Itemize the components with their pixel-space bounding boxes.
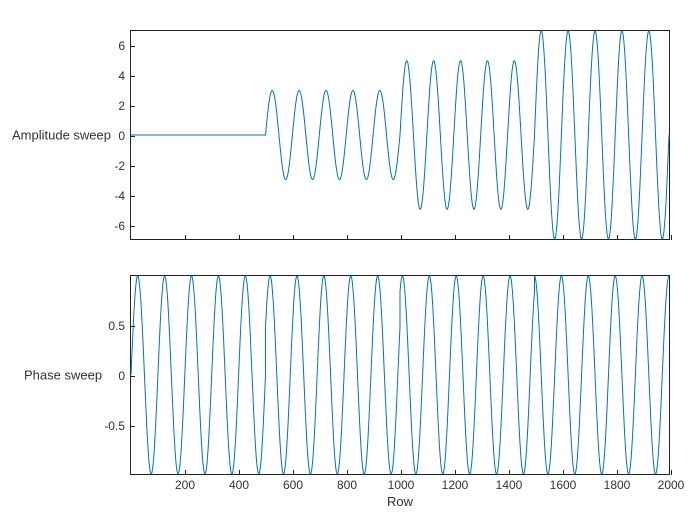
ytick-label: 0.5 (108, 319, 131, 333)
ylabel-amplitude-sweep: Amplitude sweep (12, 128, 111, 143)
xtick-label: 1000 (388, 474, 415, 492)
line-series-amplitude (131, 31, 669, 239)
xtick-label: 1200 (442, 474, 469, 492)
xtick-label: 600 (283, 474, 303, 492)
ylabel-phase-sweep: Phase sweep (24, 368, 102, 383)
xtick-label: 2000 (658, 474, 685, 492)
figure: -6-4-20246 Amplitude sweep -0.500.5 2004… (0, 0, 700, 525)
axes-phase-sweep: -0.500.5 2004006008001000120014001600180… (130, 275, 670, 475)
plot-area-1: -6-4-20246 (130, 30, 670, 240)
xtick-label: 1800 (604, 474, 631, 492)
plot-area-2: -0.500.5 2004006008001000120014001600180… (130, 275, 670, 475)
xtick-label: 1400 (496, 474, 523, 492)
line-series-phase (131, 276, 669, 474)
ytick-label: -4 (114, 189, 131, 203)
xtick-label: 400 (229, 474, 249, 492)
xlabel-row: Row (130, 494, 670, 509)
ytick-label: -2 (114, 159, 131, 173)
xtick-label: 200 (175, 474, 195, 492)
ytick-label: -6 (114, 219, 131, 233)
xtick-label: 800 (337, 474, 357, 492)
xtick-label: 1600 (550, 474, 577, 492)
axes-amplitude-sweep: -6-4-20246 (130, 30, 670, 240)
ytick-label: -0.5 (104, 419, 131, 433)
